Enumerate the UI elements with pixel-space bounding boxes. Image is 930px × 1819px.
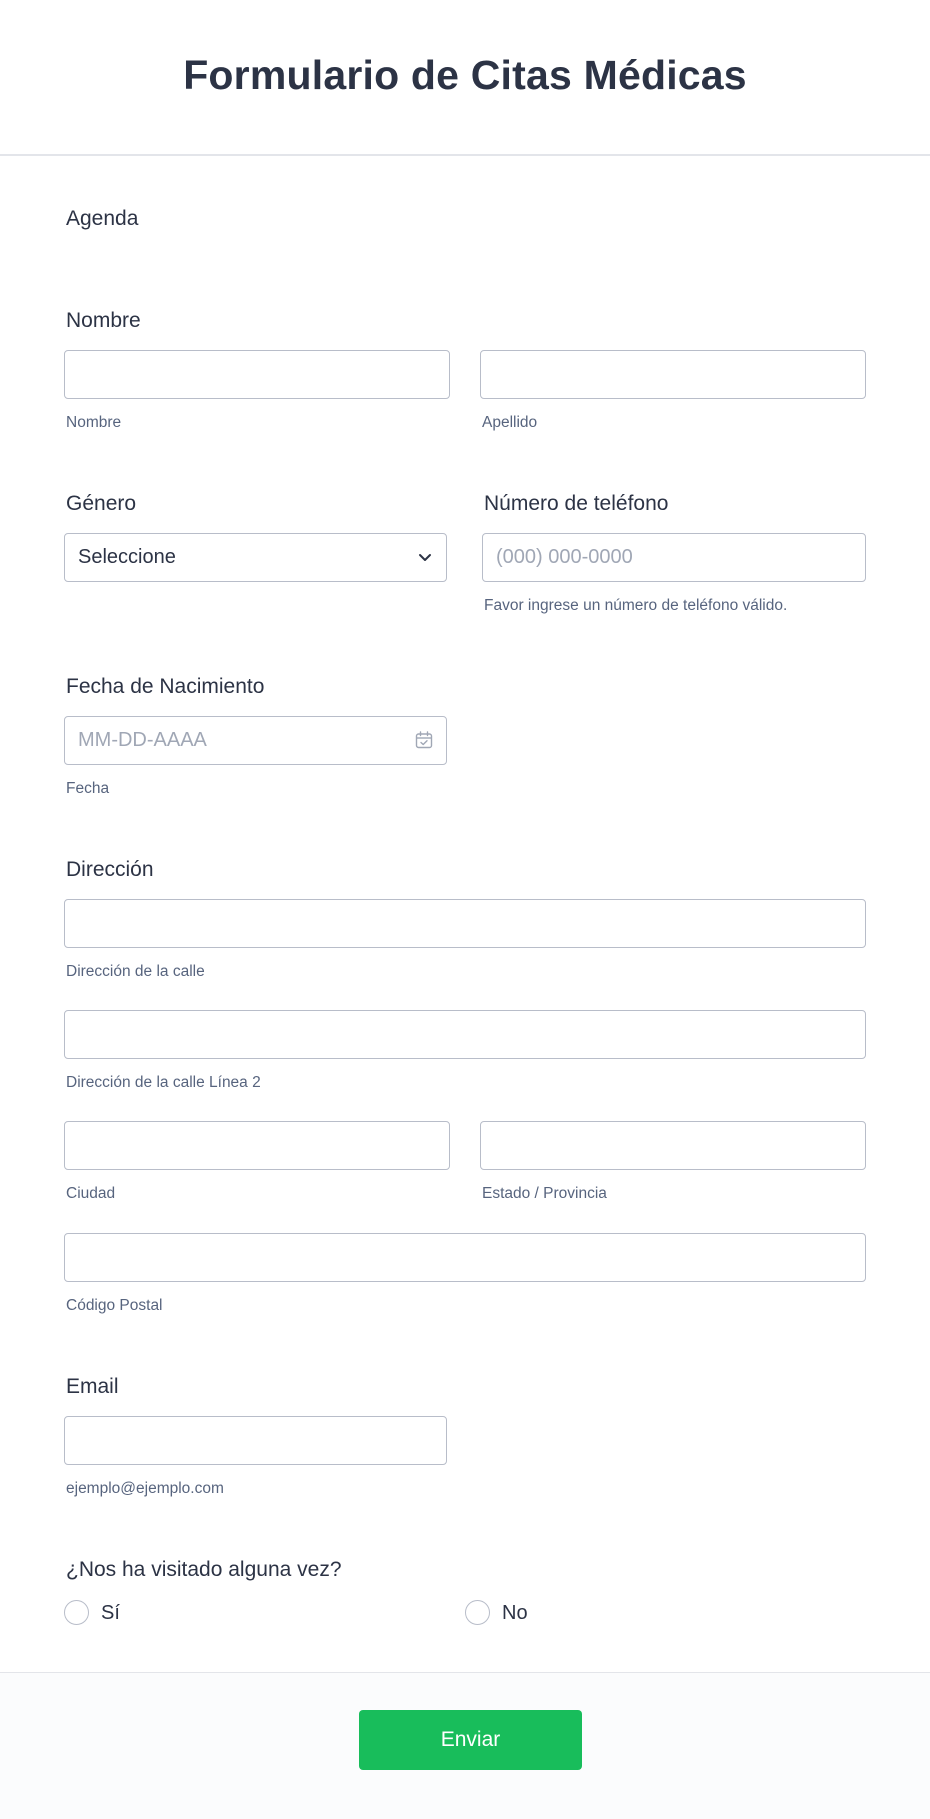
section-agenda-heading: Agenda <box>66 207 139 230</box>
phone-placeholder: (000) 000-0000 <box>496 546 633 568</box>
gender-label: Género <box>66 492 137 515</box>
visited-yes-label[interactable]: Sí <box>101 1602 120 1625</box>
chevron-down-icon <box>419 554 431 561</box>
street-address-input[interactable] <box>64 899 866 948</box>
street-address-sublabel: Dirección de la calle <box>66 963 205 980</box>
email-sublabel: ejemplo@ejemplo.com <box>66 1480 224 1497</box>
visited-yes-radio[interactable] <box>64 1600 89 1625</box>
phone-hint: Favor ingrese un número de teléfono váli… <box>484 597 788 614</box>
address-label: Dirección <box>66 858 154 881</box>
postal-code-sublabel: Código Postal <box>66 1297 163 1314</box>
last-name-input[interactable] <box>480 350 866 399</box>
email-label: Email <box>66 1375 119 1398</box>
city-input[interactable] <box>64 1121 450 1170</box>
submit-button[interactable]: Enviar <box>359 1710 582 1770</box>
first-name-sublabel: Nombre <box>66 414 122 431</box>
gender-select-value: Seleccione <box>78 546 176 568</box>
last-name-sublabel: Apellido <box>482 414 538 431</box>
street-address-line2-input[interactable] <box>64 1010 866 1059</box>
name-label: Nombre <box>66 309 141 332</box>
visited-label: ¿Nos ha visitado alguna vez? <box>66 1558 342 1581</box>
postal-code-input[interactable] <box>64 1233 866 1282</box>
birthdate-input[interactable]: MM-DD-AAAA <box>64 716 447 765</box>
gender-select[interactable]: Seleccione <box>64 533 447 582</box>
visited-no-label[interactable]: No <box>502 1602 528 1625</box>
street-address-line2-sublabel: Dirección de la calle Línea 2 <box>66 1074 261 1091</box>
city-sublabel: Ciudad <box>66 1185 116 1202</box>
form-header: Formulario de Citas Médicas <box>0 0 930 156</box>
birthdate-label: Fecha de Nacimiento <box>66 675 265 698</box>
phone-label: Número de teléfono <box>484 492 669 515</box>
calendar-icon[interactable] <box>414 730 434 750</box>
birthdate-sublabel: Fecha <box>66 780 110 797</box>
state-input[interactable] <box>480 1121 866 1170</box>
phone-input[interactable]: (000) 000-0000 <box>482 533 866 582</box>
birthdate-placeholder: MM-DD-AAAA <box>78 729 207 751</box>
visited-no-radio[interactable] <box>465 1600 490 1625</box>
state-sublabel: Estado / Provincia <box>482 1185 607 1202</box>
first-name-input[interactable] <box>64 350 450 399</box>
email-input[interactable] <box>64 1416 447 1465</box>
form-title: Formulario de Citas Médicas <box>183 52 747 98</box>
